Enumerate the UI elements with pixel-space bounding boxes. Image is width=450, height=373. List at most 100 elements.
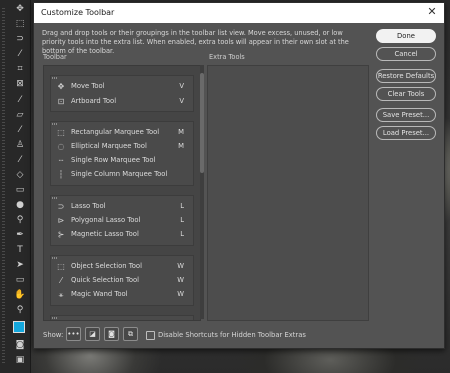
quick-mask-icon[interactable]: ◙ [104,327,119,341]
group-drag-handle[interactable] [52,317,58,319]
tool-group[interactable] [50,315,194,320]
tool-label: Single Column Marquee Tool [71,170,168,178]
close-icon[interactable]: ✕ [425,5,439,19]
brush-icon[interactable]: ⁄ [13,125,27,135]
eyedropper-icon[interactable]: ⁄ [13,95,27,105]
tool-row[interactable]: ⬚ Object Selection Tool W [51,260,193,274]
tool-shortcut: V [179,97,184,105]
tool-shortcut: W [177,276,184,284]
rectangle-icon[interactable]: ▭ [13,275,27,285]
lasso-icon[interactable]: ⊃ [13,34,27,44]
rect-marquee-icon: ⬚ [57,128,65,137]
swap-colors-icon[interactable]: ◪ [85,327,100,341]
tool-label: Rectangular Marquee Tool [71,128,160,136]
path-selection-icon[interactable]: ➤ [13,260,27,270]
group-drag-handle[interactable] [52,197,58,199]
tool-row[interactable]: ⚹ Magic Wand Tool W [51,288,193,302]
ellipse-marquee-icon: ◌ [57,142,65,151]
toolbar-list-scrollbar[interactable] [200,65,204,319]
crop-icon[interactable]: ⌗ [13,64,27,74]
tool-row[interactable]: ⊡ Artboard Tool V [51,95,193,109]
tool-label: Artboard Tool [71,97,117,105]
tool-group[interactable]: ✥ Move Tool V ⊡ Artboard Tool V [50,75,194,112]
customize-toolbar-dialog: Customize Toolbar ✕ Drag and drop tools … [33,2,445,349]
move-icon[interactable]: ✥ [13,4,27,14]
clear-tools-button[interactable]: Clear Tools [376,87,436,101]
screen-mode-icon[interactable]: ▣ [13,355,27,365]
tool-label: Magnetic Lasso Tool [71,230,139,238]
pen-icon[interactable]: ✒ [13,230,27,240]
rect-marquee-icon[interactable]: ⬚ [13,19,27,29]
tool-row[interactable]: ⊃ Lasso Tool L [51,200,193,214]
tool-shortcut: L [180,216,184,224]
quick-mask-icon[interactable]: ◙ [13,340,27,350]
column-marquee-icon: ┆ [58,170,64,179]
tool-row[interactable]: ┆ Single Column Marquee Tool [51,168,193,182]
move-icon: ✥ [57,82,65,91]
blur-icon[interactable]: ● [13,200,27,210]
tool-label: Elliptical Marquee Tool [71,142,147,150]
gradient-icon[interactable]: ▭ [13,185,27,195]
save-preset-button[interactable]: Save Preset... [376,108,436,122]
disable-shortcuts-label: Disable Shortcuts for Hidden Toolbar Ext… [158,331,306,339]
panel-grip[interactable] [2,8,5,363]
magic-wand-icon: ⚹ [58,290,64,299]
disable-shortcuts-checkbox[interactable] [146,331,155,340]
tool-shortcut: W [177,290,184,298]
tool-row[interactable]: ⁄ Quick Selection Tool W [51,274,193,288]
scrollbar-thumb[interactable] [200,73,204,173]
type-icon[interactable]: T [13,245,27,255]
tool-group[interactable]: ⬚ Rectangular Marquee Tool M ◌ Elliptica… [50,121,194,186]
tool-row[interactable]: ⊱ Magnetic Lasso Tool L [51,228,193,242]
extra-tools-heading: Extra Tools [209,53,245,61]
foreground-color-swatch[interactable] [13,321,25,333]
group-drag-handle[interactable] [52,123,58,125]
eraser-icon[interactable]: ◇ [13,170,27,180]
history-brush-icon[interactable]: ⁄ [13,155,27,165]
dialog-description: Drag and drop tools or their groupings i… [42,29,349,55]
clone-stamp-icon[interactable]: ♙ [13,140,27,150]
tool-group[interactable]: ⊃ Lasso Tool L ⊳ Polygonal Lasso Tool L … [50,195,194,246]
lasso-icon: ⊃ [57,202,65,211]
toolbar-heading: Toolbar [43,53,67,61]
more-icon[interactable]: ••• [66,327,81,341]
group-drag-handle[interactable] [52,77,58,79]
toolbar-list[interactable]: ✥ Move Tool V ⊡ Artboard Tool V ⬚ Rectan… [43,65,201,321]
tools-panel: ✥ ⬚ ⊃ ⁄ ⌗ ⊠ ⁄ ▱ ⁄ ♙ ⁄ ◇ ▭ ● ⚲ ✒ T ➤ ▭ ✋ … [0,0,31,373]
dodge-icon[interactable]: ⚲ [13,215,27,225]
screen-mode-icon[interactable]: ⧉ [123,327,138,341]
tool-shortcut: L [180,202,184,210]
tool-row[interactable]: ✥ Move Tool V [51,80,193,94]
row-marquee-icon: ┄ [58,156,64,165]
tool-row[interactable]: ◌ Elliptical Marquee Tool M [51,140,193,154]
quick-selection-icon[interactable]: ⁄ [13,49,27,59]
tool-row[interactable]: ┄ Single Row Marquee Tool [51,154,193,168]
frame-icon[interactable]: ⊠ [13,79,27,89]
tool-row[interactable]: ⊳ Polygonal Lasso Tool L [51,214,193,228]
group-drag-handle[interactable] [52,257,58,259]
dialog-titlebar: Customize Toolbar ✕ [34,3,444,23]
polygonal-lasso-icon: ⊳ [57,216,65,225]
zoom-icon[interactable]: ⚲ [13,305,27,315]
tool-label: Single Row Marquee Tool [71,156,156,164]
dialog-title: Customize Toolbar [41,8,115,17]
tool-label: Quick Selection Tool [71,276,140,284]
done-button[interactable]: Done [376,29,436,43]
tool-shortcut: W [177,262,184,270]
quick-selection-icon: ⁄ [60,276,62,285]
tool-row[interactable]: ⬚ Rectangular Marquee Tool M [51,126,193,140]
restore-defaults-button[interactable]: Restore Defaults [376,69,436,83]
dialog-footer: Show: ••• ◪ ◙ ⧉ Disable Shortcuts for Hi… [34,325,444,345]
artboard-icon: ⊡ [57,97,65,106]
healing-brush-icon[interactable]: ▱ [13,110,27,120]
tool-shortcut: M [178,128,184,136]
extra-tools-list[interactable] [207,65,369,321]
tool-label: Lasso Tool [71,202,106,210]
cancel-button[interactable]: Cancel [376,47,436,61]
tool-group[interactable]: ⬚ Object Selection Tool W ⁄ Quick Select… [50,255,194,306]
load-preset-button[interactable]: Load Preset... [376,126,436,140]
tool-label: Object Selection Tool [71,262,142,270]
hand-icon[interactable]: ✋ [13,290,27,300]
tool-label: Move Tool [71,82,105,90]
tool-label: Polygonal Lasso Tool [71,216,141,224]
